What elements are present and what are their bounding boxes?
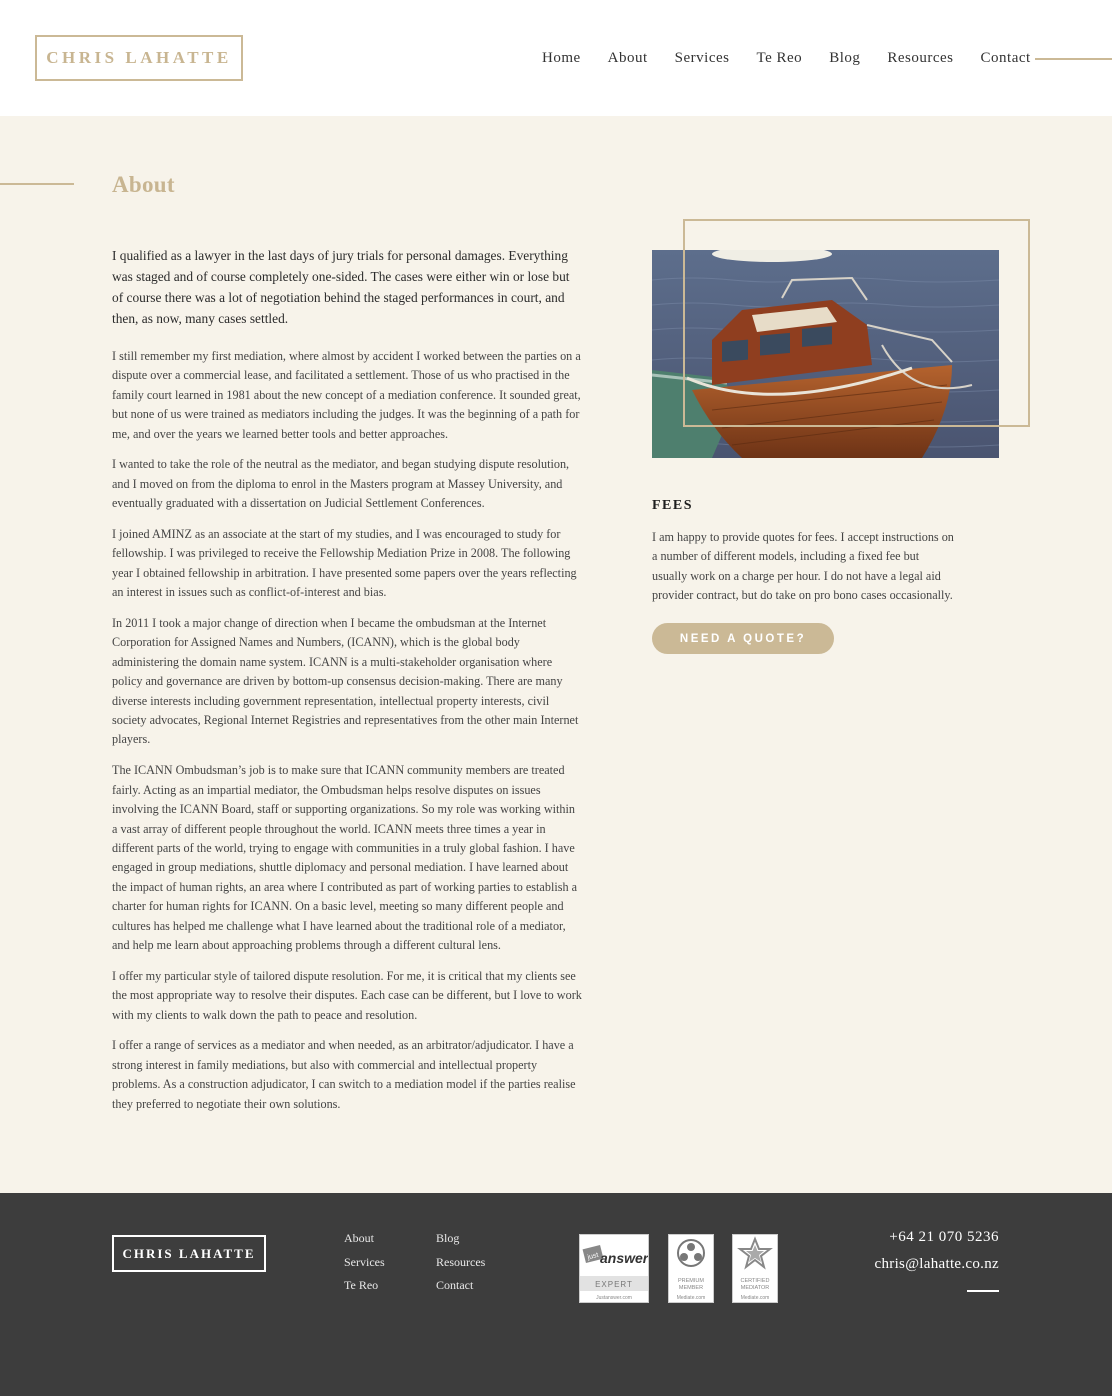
header-decorative-line: [1035, 58, 1112, 60]
footer-links-col-1: About Services Te Reo: [344, 1231, 385, 1302]
fees-text: I am happy to provide quotes for fees. I…: [652, 530, 954, 603]
nav-blog[interactable]: Blog: [829, 50, 860, 67]
title-decorative-line: [0, 183, 74, 185]
body-paragraph: In 2011 I took a major change of directi…: [112, 616, 579, 747]
footer-email[interactable]: chris@lahatte.co.nz: [875, 1256, 999, 1273]
body-paragraph: The ICANN Ombudsman’s job is to make sur…: [112, 763, 578, 952]
premium-member-badge[interactable]: PREMIUM MEMBER Mediate.com: [668, 1234, 714, 1303]
site-footer: CHRIS LAHATTE About Services Te Reo Blog…: [0, 1193, 1112, 1396]
footer-link-contact[interactable]: Contact: [436, 1278, 485, 1293]
body-paragraph: I joined AMINZ as an associate at the st…: [112, 527, 577, 600]
nav-services[interactable]: Services: [675, 50, 730, 67]
footer-logo[interactable]: CHRIS LAHATTE: [112, 1235, 266, 1272]
justanswer-badge-graphic: just answer EXPERT Justanswer.com: [580, 1245, 650, 1301]
nav-contact[interactable]: Contact: [981, 50, 1031, 67]
svg-text:Mediate.com: Mediate.com: [741, 1295, 770, 1301]
main-nav: Home About Services Te Reo Blog Resource…: [542, 50, 1058, 67]
footer-link-about[interactable]: About: [344, 1231, 385, 1246]
lead-paragraph: I qualified as a lawyer in the last days…: [112, 248, 570, 326]
svg-text:Justanswer.com: Justanswer.com: [596, 1295, 632, 1301]
body-paragraph: I offer my particular style of tailored …: [112, 968, 582, 1022]
svg-text:PREMIUM: PREMIUM: [678, 1278, 704, 1284]
footer-link-blog[interactable]: Blog: [436, 1231, 485, 1246]
fees-heading: FEES: [652, 498, 694, 513]
svg-text:MEMBER: MEMBER: [679, 1285, 703, 1291]
nav-about[interactable]: About: [608, 50, 648, 67]
about-body: I still remember my first mediation, whe…: [112, 347, 582, 1125]
nav-te-reo[interactable]: Te Reo: [757, 50, 803, 67]
svg-text:CERTIFIED: CERTIFIED: [741, 1278, 770, 1284]
footer-decorative-line: [967, 1290, 999, 1292]
footer-phone[interactable]: +64 21 070 5236: [889, 1229, 999, 1246]
mediate-certified-graphic: CERTIFIED MEDIATOR Mediate.com: [737, 1236, 773, 1301]
body-paragraph: I offer a range of services as a mediato…: [112, 1038, 576, 1111]
footer-link-te-reo[interactable]: Te Reo: [344, 1278, 385, 1293]
mediate-premium-graphic: PREMIUM MEMBER Mediate.com: [677, 1239, 706, 1301]
footer-link-services[interactable]: Services: [344, 1255, 385, 1270]
svg-text:Mediate.com: Mediate.com: [677, 1295, 706, 1301]
need-a-quote-button[interactable]: NEED A QUOTE?: [652, 623, 834, 654]
site-header: CHRIS LAHATTE Home About Services Te Reo…: [0, 0, 1112, 116]
nav-home[interactable]: Home: [542, 50, 581, 67]
justanswer-expert-badge[interactable]: just answer EXPERT Justanswer.com: [579, 1234, 650, 1303]
svg-text:MEDIATOR: MEDIATOR: [741, 1285, 770, 1291]
footer-links-col-2: Blog Resources Contact: [436, 1231, 485, 1302]
svg-text:EXPERT: EXPERT: [595, 1280, 633, 1289]
nav-resources[interactable]: Resources: [887, 50, 953, 67]
body-paragraph: I wanted to take the role of the neutral…: [112, 457, 570, 511]
svg-text:answer: answer: [600, 1250, 648, 1266]
site-logo[interactable]: CHRIS LAHATTE: [35, 35, 243, 81]
certified-mediator-badge[interactable]: CERTIFIED MEDIATOR Mediate.com: [732, 1234, 778, 1303]
body-paragraph: I still remember my first mediation, whe…: [112, 349, 581, 441]
image-frame: [683, 219, 1030, 427]
page-title: About: [112, 172, 175, 197]
footer-link-resources[interactable]: Resources: [436, 1255, 485, 1270]
